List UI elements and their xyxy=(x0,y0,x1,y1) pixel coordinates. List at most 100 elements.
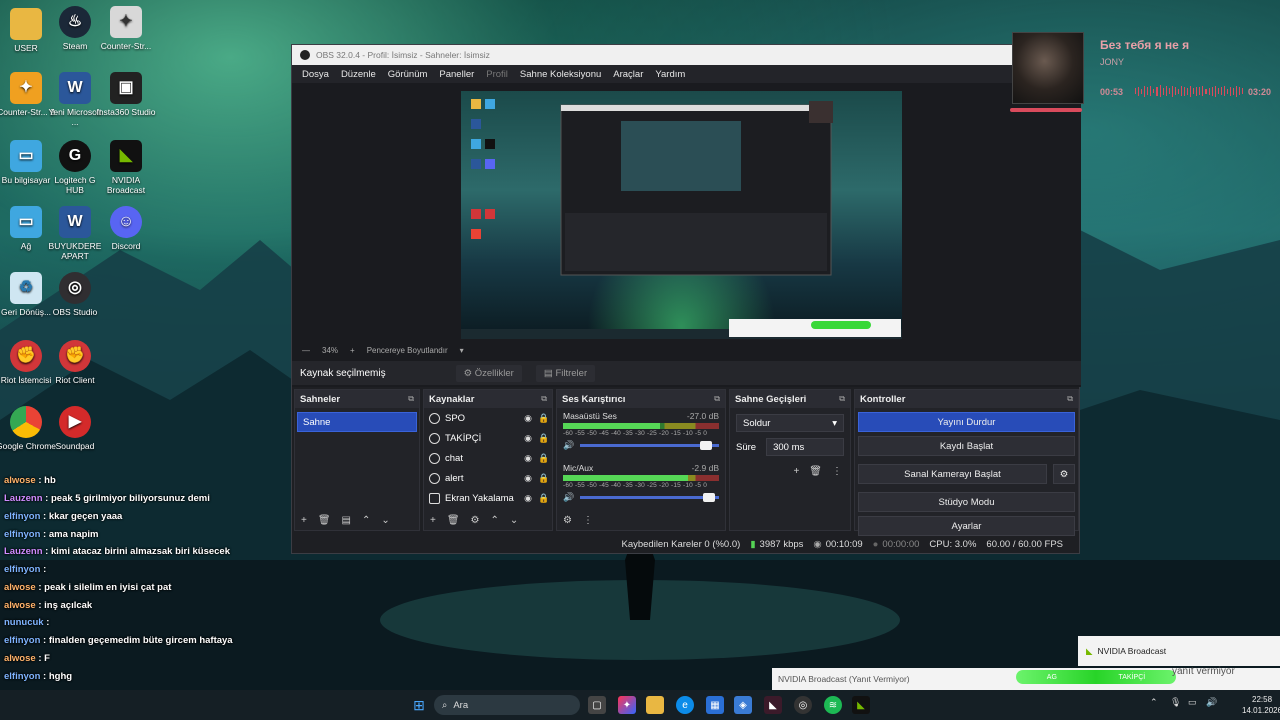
copilot-icon[interactable]: ✦ xyxy=(618,696,636,714)
album-art xyxy=(1012,32,1084,104)
desktop-icon-counter-strike[interactable]: ✦ Counter-Str... xyxy=(96,6,156,51)
level-meter xyxy=(563,475,719,481)
scene-item[interactable]: Sahne xyxy=(297,412,417,432)
transition-select[interactable]: Soldur ▾ xyxy=(736,414,844,432)
stop-streaming-button[interactable]: Yayını Durdur xyxy=(858,412,1075,432)
lock-icon[interactable]: 🔒 xyxy=(536,493,552,504)
undock-icon[interactable]: ⧉ xyxy=(839,394,845,404)
lock-icon[interactable]: 🔒 xyxy=(536,473,552,484)
nvidia-notification[interactable]: ◣ NVIDIA Broadcast xyxy=(1078,636,1280,666)
source-item[interactable]: TAKİPÇİ ◉ 🔒 xyxy=(424,428,552,448)
advanced-audio-icon[interactable]: ⚙ xyxy=(563,515,572,526)
source-item[interactable]: chat ◉ 🔒 xyxy=(424,448,552,468)
source-item[interactable]: Ekran Yakalama ◉ 🔒 xyxy=(424,488,552,508)
app-icon[interactable]: ◈ xyxy=(734,696,752,714)
song-artist: JONY xyxy=(1100,57,1125,67)
spotify-icon[interactable]: ≋ xyxy=(824,696,842,714)
task-view-icon[interactable]: ▢ xyxy=(588,696,606,714)
undock-icon[interactable]: ⧉ xyxy=(1067,394,1073,404)
desktop-icon-nvidia-broadcast[interactable]: ◣ NVIDIA Broadcast xyxy=(96,140,156,195)
tray-chevron-icon[interactable]: ⌃ xyxy=(1150,697,1158,708)
fit-to-window[interactable]: Pencereye Boyutlandır xyxy=(367,346,448,355)
visibility-eye-icon[interactable]: ◉ xyxy=(520,493,536,504)
source-settings-icon[interactable]: ⚙ xyxy=(471,515,480,526)
start-recording-button[interactable]: Kaydı Başlat xyxy=(858,436,1075,456)
add-scene-button[interactable]: + xyxy=(301,515,307,526)
menu-view[interactable]: Görünüm xyxy=(382,69,434,80)
volume-slider[interactable] xyxy=(580,493,719,502)
desktop-icon-riot-client[interactable]: ✊ Riot Client xyxy=(45,340,105,385)
menu-tools[interactable]: Araçlar xyxy=(607,69,649,80)
add-source-button[interactable]: + xyxy=(430,515,436,526)
menu-scene-collection[interactable]: Sahne Koleksiyonu xyxy=(514,69,607,80)
desktop-icon-discord[interactable]: ☺ Discord xyxy=(96,206,156,251)
remove-transition-button[interactable]: 🗑 xyxy=(809,466,822,477)
visibility-eye-icon[interactable]: ◉ xyxy=(520,413,536,424)
edge-icon[interactable]: e xyxy=(676,696,694,714)
clock[interactable]: 22:58 14.01.2026 xyxy=(1242,694,1280,716)
visibility-eye-icon[interactable]: ◉ xyxy=(520,453,536,464)
menu-profile[interactable]: Profil xyxy=(480,69,514,80)
volume-knob[interactable] xyxy=(702,493,715,502)
menu-edit[interactable]: Düzenle xyxy=(335,69,382,80)
move-up-icon[interactable]: ⌃ xyxy=(491,515,499,526)
remove-scene-button[interactable]: 🗑 xyxy=(318,515,331,526)
chat-message: elfinyon : finalden geçemedim büte girce… xyxy=(4,635,233,646)
lock-icon[interactable]: 🔒 xyxy=(536,453,552,464)
transitions-dock: Sahne Geçişleri ⧉ Soldur ▾ Süre 300 ms + 🗑… xyxy=(729,389,851,531)
not-responding-bar[interactable]: NVIDIA Broadcast (Yanıt Vermiyor) AG TAK… xyxy=(772,666,1280,690)
remove-source-button[interactable]: 🗑 xyxy=(447,515,460,526)
obs-window[interactable]: OBS 32.0.4 - Profil: İsimsiz - Sahneler:… xyxy=(291,44,1081,554)
obs-taskbar-icon[interactable]: ◎ xyxy=(794,696,812,714)
display-icon[interactable]: ▭ xyxy=(1188,697,1197,708)
volume-slider[interactable] xyxy=(580,441,719,450)
app-icon-2[interactable]: ◣ xyxy=(764,696,782,714)
source-item[interactable]: alert ◉ 🔒 xyxy=(424,468,552,488)
undock-icon[interactable]: ⧉ xyxy=(541,394,547,404)
stream-preview[interactable] xyxy=(461,91,902,339)
desktop-icon-obs[interactable]: ◎ OBS Studio xyxy=(45,272,105,317)
more-options-icon[interactable]: ⋮ xyxy=(832,466,842,477)
store-icon[interactable]: ▦ xyxy=(706,696,724,714)
properties-button[interactable]: ⚙ Özellikler xyxy=(455,364,522,382)
duration-field[interactable]: 300 ms xyxy=(766,438,844,456)
more-options-icon[interactable]: ⋮ xyxy=(583,515,593,526)
undock-icon[interactable]: ⧉ xyxy=(408,394,414,404)
waveform-bar xyxy=(1242,88,1244,94)
visibility-eye-icon[interactable]: ◉ xyxy=(520,473,536,484)
speaker-icon[interactable]: 🔊 xyxy=(563,440,574,451)
volume-knob[interactable] xyxy=(700,441,713,450)
scene-filters-icon[interactable]: ▤ xyxy=(342,515,351,526)
volume-icon[interactable]: 🔊 xyxy=(1206,697,1217,708)
obs-title-bar[interactable]: OBS 32.0.4 - Profil: İsimsiz - Sahneler:… xyxy=(292,45,1079,65)
move-up-icon[interactable]: ⌃ xyxy=(362,515,370,526)
desktop-icon-insta360[interactable]: ▣ Insta360 Studio xyxy=(96,72,156,117)
file-explorer-icon[interactable] xyxy=(646,696,664,714)
start-virtual-camera-button[interactable]: Sanal Kamerayı Başlat xyxy=(858,464,1047,484)
desktop-icon-soundpad[interactable]: ▶ Soundpad xyxy=(45,406,105,451)
windows-start-icon[interactable]: ⊞ xyxy=(410,696,428,714)
filters-button[interactable]: ▤ Filtreler xyxy=(535,364,596,382)
source-item[interactable]: SPO ◉ 🔒 xyxy=(424,408,552,428)
zoom-in-button[interactable]: + xyxy=(350,346,355,355)
menu-file[interactable]: Dosya xyxy=(296,69,335,80)
nvidia-taskbar-icon[interactable]: ◣ xyxy=(852,696,870,714)
add-transition-button[interactable]: + xyxy=(793,466,799,477)
menu-help[interactable]: Yardım xyxy=(649,69,691,80)
chevron-down-icon[interactable]: ▾ xyxy=(460,346,464,355)
microphone-icon[interactable]: 🎙 xyxy=(1170,697,1181,708)
settings-button[interactable]: Ayarlar xyxy=(858,516,1075,536)
menu-docks[interactable]: Paneller xyxy=(433,69,480,80)
studio-mode-button[interactable]: Stüdyo Modu xyxy=(858,492,1075,512)
visibility-eye-icon[interactable]: ◉ xyxy=(520,433,536,444)
taskbar-search[interactable]: ⌕ Ara xyxy=(434,695,580,715)
zoom-out-button[interactable]: — xyxy=(302,346,310,355)
move-down-icon[interactable]: ⌄ xyxy=(381,515,389,526)
lock-icon[interactable]: 🔒 xyxy=(536,413,552,424)
speaker-icon[interactable]: 🔊 xyxy=(563,492,574,503)
virtual-camera-settings-icon[interactable]: ⚙ xyxy=(1053,464,1075,484)
lock-icon[interactable]: 🔒 xyxy=(536,433,552,444)
undock-icon[interactable]: ⧉ xyxy=(714,394,720,404)
waveform-bar xyxy=(1150,86,1152,96)
move-down-icon[interactable]: ⌄ xyxy=(510,515,518,526)
